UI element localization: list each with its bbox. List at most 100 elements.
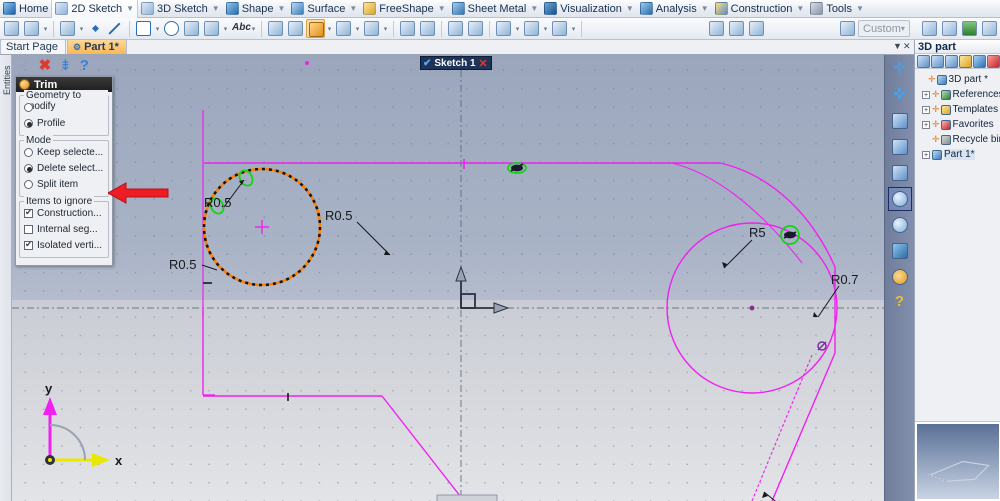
tree-node-recycle-bin[interactable]: ✛Recycle bin <box>918 132 998 147</box>
chevron-down-icon[interactable]: ▼ <box>701 4 709 13</box>
chevron-down-icon[interactable]: ▼ <box>278 4 286 13</box>
hatch-pattern-icon[interactable] <box>940 19 959 38</box>
chevron-down-icon[interactable]: ▼ <box>212 4 220 13</box>
pin-icon[interactable]: ⇟ <box>59 58 72 73</box>
dimension-label[interactable]: R5 <box>749 225 766 240</box>
document-tab-part-1[interactable]: ⚙Part 1* <box>67 39 127 54</box>
trim-dialog[interactable]: Trim Geometry to modifySegmentProfileMod… <box>15 76 113 266</box>
auto-dimension-icon[interactable] <box>494 19 513 38</box>
red-x-icon[interactable]: ✖ <box>39 58 52 73</box>
trim-option-isolated-verti[interactable]: Isolated verti... <box>24 238 105 253</box>
chevron-down-icon[interactable]: ▾ <box>514 25 521 33</box>
panel-minimize-icon[interactable]: ▼ <box>893 41 902 51</box>
view-section-icon[interactable] <box>707 19 726 38</box>
checkbox[interactable] <box>24 209 33 218</box>
dimension-label[interactable]: R0.5 <box>204 195 231 210</box>
radio-button[interactable] <box>24 180 33 189</box>
radio-button[interactable] <box>24 119 33 128</box>
sketch-profile-icon[interactable] <box>22 19 41 38</box>
entities-rail[interactable]: Entities <box>0 55 12 501</box>
tree-list-icon[interactable] <box>931 55 944 68</box>
radio-button[interactable] <box>24 164 33 173</box>
chevron-down-icon[interactable]: ▾ <box>570 25 577 33</box>
chevron-down-icon[interactable]: ▾ <box>250 25 257 33</box>
expand-icon[interactable]: + <box>922 91 930 99</box>
offset-tool-icon[interactable] <box>334 19 353 38</box>
dimension-label[interactable]: R0.7 <box>831 272 858 287</box>
ribbon-tab-2d-sketch[interactable]: 2D Sketch▼ <box>51 0 138 18</box>
fillet-tool-icon[interactable] <box>266 19 285 38</box>
checkmark-icon[interactable]: ✔ <box>18 58 31 73</box>
dimension-label[interactable]: R0.5 <box>169 257 196 272</box>
view-paint-icon[interactable] <box>727 19 746 38</box>
users-icon[interactable] <box>838 19 857 38</box>
rectangle-tool-icon[interactable] <box>134 19 153 38</box>
chevron-down-icon[interactable]: ▾ <box>222 25 229 33</box>
line-style-icon[interactable] <box>920 19 939 38</box>
chevron-down-icon[interactable]: ▾ <box>354 25 361 33</box>
ribbon-tab-sheet-metal[interactable]: Sheet Metal▼ <box>449 0 542 18</box>
ribbon-tab-analysis[interactable]: Analysis▼ <box>637 0 712 18</box>
text-tool-icon[interactable]: Abc <box>230 19 249 38</box>
sort-12-icon[interactable] <box>959 55 972 68</box>
trim-option-keep-selecte[interactable]: Keep selecte... <box>24 145 105 160</box>
extrude-icon[interactable] <box>398 19 417 38</box>
tree-node-templates[interactable]: +✛Templates <box>918 102 998 117</box>
view-normal-icon[interactable] <box>889 110 911 132</box>
flag-icon[interactable] <box>987 55 1000 68</box>
dimension-label[interactable]: R0.5 <box>325 208 352 223</box>
question-mark-icon[interactable]: ? <box>80 58 89 73</box>
chevron-down-icon[interactable]: ▾ <box>42 25 49 33</box>
equation-icon[interactable] <box>550 19 569 38</box>
chevron-down-icon[interactable]: ▾ <box>154 25 161 33</box>
sketch-floating-tab[interactable]: ✔ Sketch 1 ✕ <box>420 56 492 70</box>
ribbon-tab-surface[interactable]: Surface▼ <box>288 0 360 18</box>
profile-tool-icon[interactable] <box>58 19 77 38</box>
zoom-icon[interactable] <box>889 214 911 236</box>
tree-node-favorites[interactable]: +✛Favorites <box>918 117 998 132</box>
arc-tool-icon[interactable] <box>182 19 201 38</box>
panel-close-icon[interactable]: ✕ <box>903 41 911 52</box>
render-cube-icon[interactable] <box>889 240 911 262</box>
select-mode-icon[interactable] <box>917 55 930 68</box>
ribbon-tab-freeshape[interactable]: FreeShape▼ <box>360 0 448 18</box>
ribbon-tab-tools[interactable]: Tools▼ <box>807 0 867 18</box>
chevron-down-icon[interactable]: ▼ <box>438 4 446 13</box>
rotate-icon[interactable]: ✜ <box>889 84 911 106</box>
view-layout-icon[interactable] <box>889 162 911 184</box>
chevron-down-icon[interactable]: ▾ <box>382 25 389 33</box>
chevron-down-icon[interactable]: ▼ <box>626 4 634 13</box>
chevron-down-icon[interactable]: ▾ <box>901 24 905 33</box>
ellipse-icon[interactable] <box>980 19 999 38</box>
help-list-icon[interactable]: ? <box>889 292 911 314</box>
radio-button[interactable] <box>24 103 33 112</box>
checkbox[interactable] <box>24 241 33 250</box>
sketch-tab-close-icon[interactable]: ✕ <box>479 57 488 70</box>
part-tree[interactable]: ✛3D part *+✛References+✛Templates+✛Favor… <box>915 69 1000 162</box>
expand-icon[interactable]: + <box>922 106 930 114</box>
trim-option-profile[interactable]: Profile <box>24 116 105 131</box>
line-tool-icon[interactable] <box>106 19 125 38</box>
filter-icon[interactable] <box>945 55 958 68</box>
expand-icon[interactable]: + <box>922 151 930 159</box>
view-standard-icon[interactable] <box>889 136 911 158</box>
chevron-down-icon[interactable]: ▼ <box>856 4 864 13</box>
palette-icon[interactable] <box>889 266 911 288</box>
chevron-down-icon[interactable]: ▾ <box>326 25 333 33</box>
sketch-canvas[interactable]: y x ✔ ✖ ⇟ ? ✔ Sketch 1 ✕ R0.5R0.5R0.5R5R… <box>12 55 913 501</box>
ribbon-tab-home[interactable]: Home <box>0 0 51 18</box>
chevron-down-icon[interactable]: ▼ <box>349 4 357 13</box>
ribbon-tab-visualization[interactable]: Visualization▼ <box>541 0 636 18</box>
constraint-icon[interactable] <box>446 19 465 38</box>
style-combo[interactable]: Custom▾ <box>858 20 910 37</box>
layers-icon[interactable] <box>973 55 986 68</box>
checkbox[interactable] <box>24 225 33 234</box>
ribbon-tab-shape[interactable]: Shape▼ <box>223 0 289 18</box>
zoom-window-icon[interactable] <box>747 19 766 38</box>
ribbon-tab-3d-sketch[interactable]: 3D Sketch▼ <box>138 0 223 18</box>
datum-icon[interactable] <box>522 19 541 38</box>
chevron-down-icon[interactable]: ▼ <box>796 4 804 13</box>
chevron-down-icon[interactable]: ▼ <box>126 4 134 13</box>
preview-pane[interactable] <box>915 421 1000 501</box>
ribbon-tab-construction[interactable]: Construction▼ <box>712 0 808 18</box>
